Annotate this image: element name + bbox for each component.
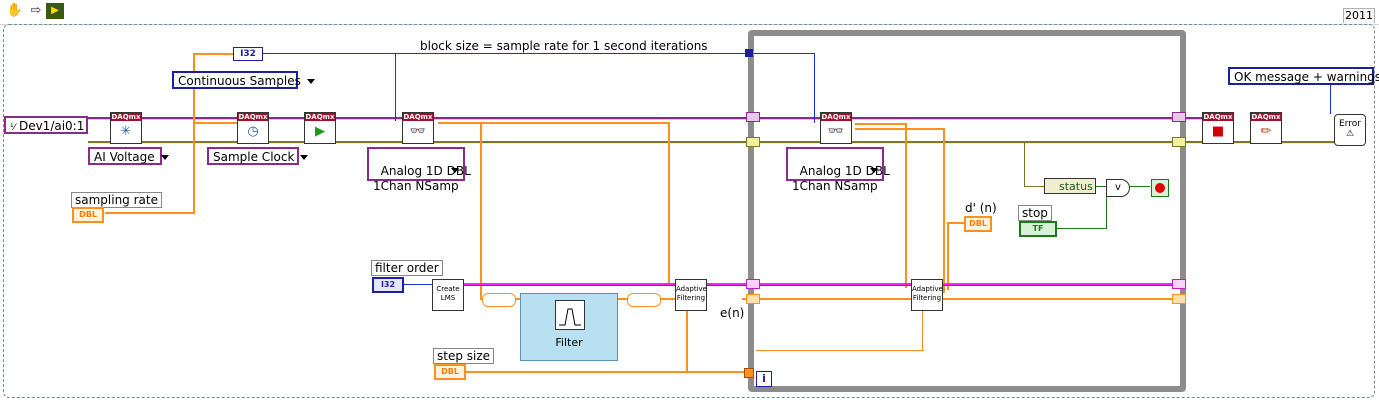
stop-sign-icon <box>1155 183 1165 193</box>
data-wire-1-drop <box>480 122 482 300</box>
dn-indicator[interactable]: DBL <box>964 216 992 232</box>
shift-register-error-right[interactable] <box>1172 137 1186 147</box>
i32-constant[interactable]: I32 <box>233 47 263 61</box>
chevron-down-icon <box>306 79 315 84</box>
eraser-icon: ✏ <box>1260 124 1272 139</box>
step-wire <box>466 371 748 373</box>
daqmx-timing-vi[interactable]: DAQmx ◷ <box>237 112 269 144</box>
daqmx-header: DAQmx <box>1251 113 1281 121</box>
daqmx-stop-vi[interactable]: DAQmx ■ <box>1202 112 1234 144</box>
filter-express-vi[interactable]: Filter <box>520 293 618 361</box>
sampling-rate-label: sampling rate <box>71 192 162 208</box>
physical-channel-text: Dev1/ai0:1 <box>18 119 85 133</box>
create-lms-vi[interactable]: Create LMS <box>432 279 464 311</box>
loop-condition-terminal[interactable] <box>1151 179 1169 197</box>
convert-from-dynamic-node[interactable] <box>627 293 661 307</box>
run-icon[interactable]: ▶ <box>46 3 64 19</box>
daqmx-header: DAQmx <box>1203 113 1233 121</box>
daqmx-start-vi[interactable]: DAQmx ▶ <box>304 112 336 144</box>
shift-register-task-right[interactable] <box>1172 112 1186 122</box>
rate-wire-top <box>193 53 233 55</box>
error-vi-text: Error <box>1339 119 1361 129</box>
glasses-icon: 👓 <box>827 124 845 139</box>
data-wire-1-drop2 <box>668 122 670 284</box>
rate-wire-bottom <box>105 212 195 214</box>
shift-register-en-left[interactable] <box>746 294 760 304</box>
step-size-label: step size <box>433 348 495 364</box>
channel-icon: ⅟ <box>10 123 16 133</box>
ai-voltage-ring[interactable]: AI Voltage <box>88 147 169 165</box>
daqmx-header: DAQmx <box>305 113 335 121</box>
read-polymorphic-ring-2[interactable]: Analog 1D DBL 1Chan NSamp <box>786 147 890 193</box>
glasses-icon: 👓 <box>409 124 427 139</box>
daqmx-header: DAQmx <box>821 113 851 121</box>
filter-icon <box>555 300 585 330</box>
filter-order-control[interactable]: I32 <box>372 277 404 293</box>
sample-mode-ring[interactable]: Continuous Samples <box>172 71 315 89</box>
physical-channel-constant[interactable]: ⅟ Dev1/ai0:1 <box>4 116 88 134</box>
error-dialog-option-ring[interactable]: OK message + warnings <box>1228 67 1379 85</box>
arrow-right-icon[interactable]: ⇨ <box>27 3 45 19</box>
rate-wire-clock <box>193 122 243 124</box>
create-channel-icon: ✳ <box>120 124 132 139</box>
sampling-rate-control[interactable]: DBL <box>72 207 104 223</box>
chevron-down-icon <box>300 155 309 160</box>
dn-label: d' (n) <box>965 201 997 215</box>
step-size-control[interactable]: DBL <box>434 364 466 380</box>
data-wire-1 <box>438 122 670 124</box>
shift-register-lms-right[interactable] <box>1172 279 1186 289</box>
shift-register-task-left[interactable] <box>746 112 760 122</box>
chevron-down-icon <box>451 168 459 173</box>
ai-voltage-text: AI Voltage <box>94 150 155 164</box>
order-wire <box>402 284 432 285</box>
loop-iteration-terminal[interactable]: i <box>756 371 772 387</box>
toolbar: ✋ ⇨ ▶ 2011 <box>0 0 1379 25</box>
error-option-text: OK message + warnings <box>1234 70 1379 84</box>
stop-label: stop <box>1018 205 1052 221</box>
shift-register-lms-left[interactable] <box>746 279 760 289</box>
daqmx-read-vi-2[interactable]: DAQmx 👓 <box>820 112 852 144</box>
simple-error-handler-vi[interactable]: Error ⚠ <box>1334 114 1366 146</box>
or-gate-icon[interactable]: v <box>1106 179 1130 197</box>
en-label: e(n) <box>720 306 745 320</box>
error-option-wire <box>1330 84 1331 114</box>
shift-register-error-left[interactable] <box>746 137 760 147</box>
loop-tunnel-step <box>744 368 754 378</box>
sample-clock-text: Sample Clock <box>213 150 295 164</box>
adaptive-filtering-vi-2[interactable]: Adaptive Filtering <box>911 279 943 311</box>
loop-tunnel-samples <box>745 49 753 57</box>
daqmx-header: DAQmx <box>403 113 433 121</box>
read-polymorphic-ring-1[interactable]: Analog 1D DBL 1Chan NSamp <box>367 147 471 193</box>
chevron-down-icon <box>160 155 169 160</box>
sample-clock-ring[interactable]: Sample Clock <box>207 147 309 165</box>
block-size-comment: block size = sample rate for 1 second it… <box>420 39 708 53</box>
stop-control[interactable]: TF <box>1019 221 1057 237</box>
samples-wire-drop <box>395 53 396 121</box>
play-icon: ▶ <box>315 124 325 139</box>
adaptive-filtering-vi-1[interactable]: Adaptive Filtering <box>675 279 707 311</box>
sample-mode-text: Continuous Samples <box>178 74 301 88</box>
convert-to-dynamic-node[interactable] <box>482 293 516 307</box>
year-tab[interactable]: 2011 <box>1343 8 1375 23</box>
daqmx-read-vi-1[interactable]: DAQmx 👓 <box>402 112 434 144</box>
shift-register-en-right[interactable] <box>1172 294 1186 304</box>
step-wire-up <box>686 310 688 372</box>
chevron-down-icon <box>870 168 878 173</box>
hand-icon[interactable]: ✋ <box>6 3 24 19</box>
daqmx-header: DAQmx <box>238 113 268 121</box>
filter-title: Filter <box>555 336 583 349</box>
daqmx-header: DAQmx <box>111 113 141 121</box>
unbundle-status-node[interactable]: status <box>1044 178 1096 194</box>
bandpass-icon <box>559 308 581 326</box>
daqmx-clear-vi[interactable]: DAQmx ✏ <box>1250 112 1282 144</box>
daqmx-create-channel-vi[interactable]: DAQmx ✳ <box>110 112 142 144</box>
samples-wire <box>262 53 752 54</box>
status-text: status <box>1059 180 1093 193</box>
filter-order-label: filter order <box>371 260 443 276</box>
clock-icon: ◷ <box>247 124 259 139</box>
stop-square-icon: ■ <box>1211 124 1225 139</box>
warning-icon: ⚠ <box>1345 129 1355 139</box>
